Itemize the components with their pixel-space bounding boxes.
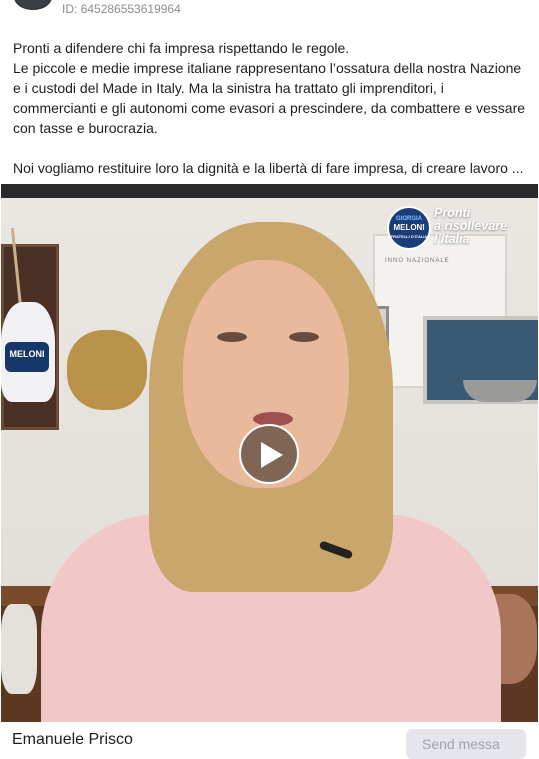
eye [217, 332, 247, 342]
party-logo: GIORGIA MELONI FRATELLI D'ITALIA [387, 206, 431, 250]
post-text: Pronti a difendere chi fa impresa rispet… [13, 38, 529, 178]
video-player[interactable]: MELONI INNO NAZIONALE GIORGIA MELONI FRA… [1, 184, 538, 722]
post-text-line: Pronti a difendere chi fa impresa rispet… [13, 40, 350, 56]
send-message-button[interactable]: Send messa [406, 729, 526, 759]
play-button[interactable] [239, 424, 299, 484]
eye [289, 332, 319, 342]
post-header: ID: 645286553619964 [0, 0, 539, 22]
brand-slogan: Pronti a risollevare l’Italia [434, 206, 507, 246]
post-text-line: Le piccole e medie imprese italiane rapp… [13, 60, 526, 136]
bowl [463, 380, 537, 402]
author-name[interactable]: Emanuele Prisco [12, 731, 133, 749]
avatar[interactable] [14, 0, 52, 10]
post-id: ID: 645286553619964 [62, 2, 181, 16]
decor-left [1, 604, 37, 694]
post-text-line: Noi vogliamo restituire loro la dignità … [13, 160, 524, 176]
brand-overlay: GIORGIA MELONI FRATELLI D'ITALIA Pronti … [387, 206, 537, 250]
play-icon [261, 442, 283, 468]
